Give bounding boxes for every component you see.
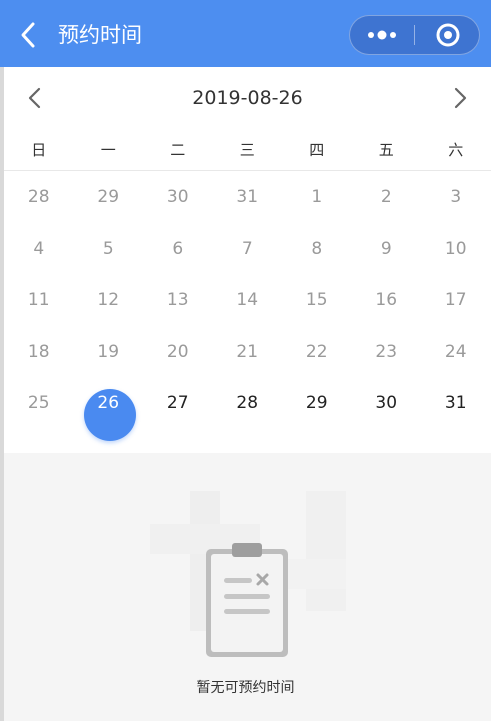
day-number: 21 bbox=[236, 341, 259, 362]
day-number: 20 bbox=[166, 341, 189, 362]
target-circle-icon bbox=[436, 23, 460, 47]
day-cell[interactable]: 31 bbox=[421, 378, 491, 430]
day-number: 15 bbox=[305, 290, 328, 311]
day-cell[interactable]: 12 bbox=[74, 275, 144, 327]
calendar: 2019-08-26 日 一 二 三 四 五 六 28 29 30 31 1 2 3 4 5 6 7… bbox=[4, 67, 491, 453]
day-number: 5 bbox=[102, 238, 114, 259]
day-cell[interactable]: 20 bbox=[143, 327, 213, 379]
day-number: 30 bbox=[375, 393, 398, 414]
day-cell[interactable]: 24 bbox=[421, 327, 491, 379]
weekday-label: 三 bbox=[239, 141, 255, 159]
day-cell[interactable]: 11 bbox=[4, 275, 74, 327]
day-number: 30 bbox=[166, 187, 189, 207]
day-number: 8 bbox=[311, 238, 323, 259]
day-number: 12 bbox=[97, 290, 120, 311]
day-number: 13 bbox=[166, 290, 189, 311]
day-cell[interactable]: 14 bbox=[213, 275, 283, 327]
day-number: 3 bbox=[450, 187, 462, 207]
day-number: 14 bbox=[236, 290, 259, 311]
day-cell[interactable]: 27 bbox=[143, 378, 213, 430]
day-number: 19 bbox=[97, 341, 120, 362]
day-number: 25 bbox=[27, 393, 50, 414]
day-cell[interactable]: 29 bbox=[74, 172, 144, 224]
day-number: 22 bbox=[305, 341, 328, 362]
day-cell[interactable]: 15 bbox=[282, 275, 352, 327]
weekday-label: 六 bbox=[448, 141, 464, 159]
day-cell-selected[interactable]: 26 bbox=[74, 378, 144, 441]
day-cell[interactable]: 4 bbox=[4, 224, 74, 276]
weekday-header: 日 一 二 三 四 五 六 bbox=[4, 139, 491, 161]
day-number: 27 bbox=[166, 393, 189, 414]
day-cell[interactable]: 19 bbox=[74, 327, 144, 379]
back-button[interactable] bbox=[16, 20, 42, 50]
day-number: 28 bbox=[27, 187, 50, 207]
day-cell[interactable]: 28 bbox=[4, 172, 74, 224]
day-cell[interactable]: 21 bbox=[213, 327, 283, 379]
day-number: 31 bbox=[444, 393, 467, 414]
weekday-label: 五 bbox=[378, 141, 394, 159]
page-title: 预约时间 bbox=[58, 23, 142, 47]
chevron-left-icon bbox=[21, 22, 35, 48]
weekday-label: 日 bbox=[31, 141, 47, 159]
day-cell[interactable]: 2 bbox=[352, 172, 422, 224]
empty-state-message: 暂无可预约时间 bbox=[196, 680, 295, 696]
day-cell[interactable]: 7 bbox=[213, 224, 283, 276]
day-cell[interactable]: 1 bbox=[282, 172, 352, 224]
weekday-label: 四 bbox=[309, 141, 325, 159]
day-cell[interactable]: 5 bbox=[74, 224, 144, 276]
day-cell[interactable]: 17 bbox=[421, 275, 491, 327]
days-grid: 28 29 30 31 1 2 3 4 5 6 7 8 9 10 11 12 13 14 15 16 17 18 19 20 2… bbox=[4, 172, 491, 441]
day-cell[interactable]: 23 bbox=[352, 327, 422, 379]
more-dots-icon bbox=[368, 30, 396, 40]
current-date: 2019-08-26 bbox=[192, 87, 303, 109]
day-cell[interactable]: 30 bbox=[352, 378, 422, 430]
day-number: 2 bbox=[380, 187, 392, 207]
day-cell[interactable]: 9 bbox=[352, 224, 422, 276]
day-number: 24 bbox=[444, 341, 467, 362]
day-number: 28 bbox=[236, 393, 259, 414]
next-month-button[interactable] bbox=[447, 85, 473, 111]
day-number: 6 bbox=[172, 238, 184, 259]
day-number: 18 bbox=[27, 341, 50, 362]
more-button[interactable] bbox=[350, 16, 414, 54]
day-cell[interactable]: 25 bbox=[4, 378, 74, 430]
day-number: 4 bbox=[33, 238, 45, 259]
empty-clipboard-icon bbox=[148, 489, 348, 659]
chevron-right-icon bbox=[454, 87, 467, 109]
day-number: 23 bbox=[375, 341, 398, 362]
weekday-divider bbox=[4, 170, 491, 171]
day-number: 16 bbox=[375, 290, 398, 311]
day-cell[interactable]: 29 bbox=[282, 378, 352, 430]
day-number: 26 bbox=[97, 393, 120, 414]
day-cell[interactable]: 28 bbox=[213, 378, 283, 430]
day-number: 7 bbox=[241, 238, 253, 259]
day-cell[interactable]: 10 bbox=[421, 224, 491, 276]
day-cell[interactable]: 30 bbox=[143, 172, 213, 224]
day-cell[interactable]: 8 bbox=[282, 224, 352, 276]
navbar: 预约时间 bbox=[0, 0, 491, 67]
weekday-label: 二 bbox=[170, 141, 186, 159]
day-number: 17 bbox=[444, 290, 467, 311]
day-number: 29 bbox=[97, 187, 120, 207]
day-number: 9 bbox=[380, 238, 392, 259]
day-cell[interactable]: 31 bbox=[213, 172, 283, 224]
day-number: 29 bbox=[305, 393, 328, 414]
capsule-menu bbox=[349, 15, 480, 55]
day-cell[interactable]: 6 bbox=[143, 224, 213, 276]
day-number: 11 bbox=[27, 290, 50, 311]
day-cell[interactable]: 3 bbox=[421, 172, 491, 224]
day-cell[interactable]: 16 bbox=[352, 275, 422, 327]
day-cell[interactable]: 22 bbox=[282, 327, 352, 379]
day-number: 31 bbox=[236, 187, 259, 207]
day-number: 10 bbox=[444, 238, 467, 259]
day-cell[interactable]: 13 bbox=[143, 275, 213, 327]
day-cell[interactable]: 18 bbox=[4, 327, 74, 379]
weekday-label: 一 bbox=[100, 141, 116, 159]
day-number: 1 bbox=[311, 187, 323, 207]
close-miniprogram-button[interactable] bbox=[415, 16, 479, 54]
